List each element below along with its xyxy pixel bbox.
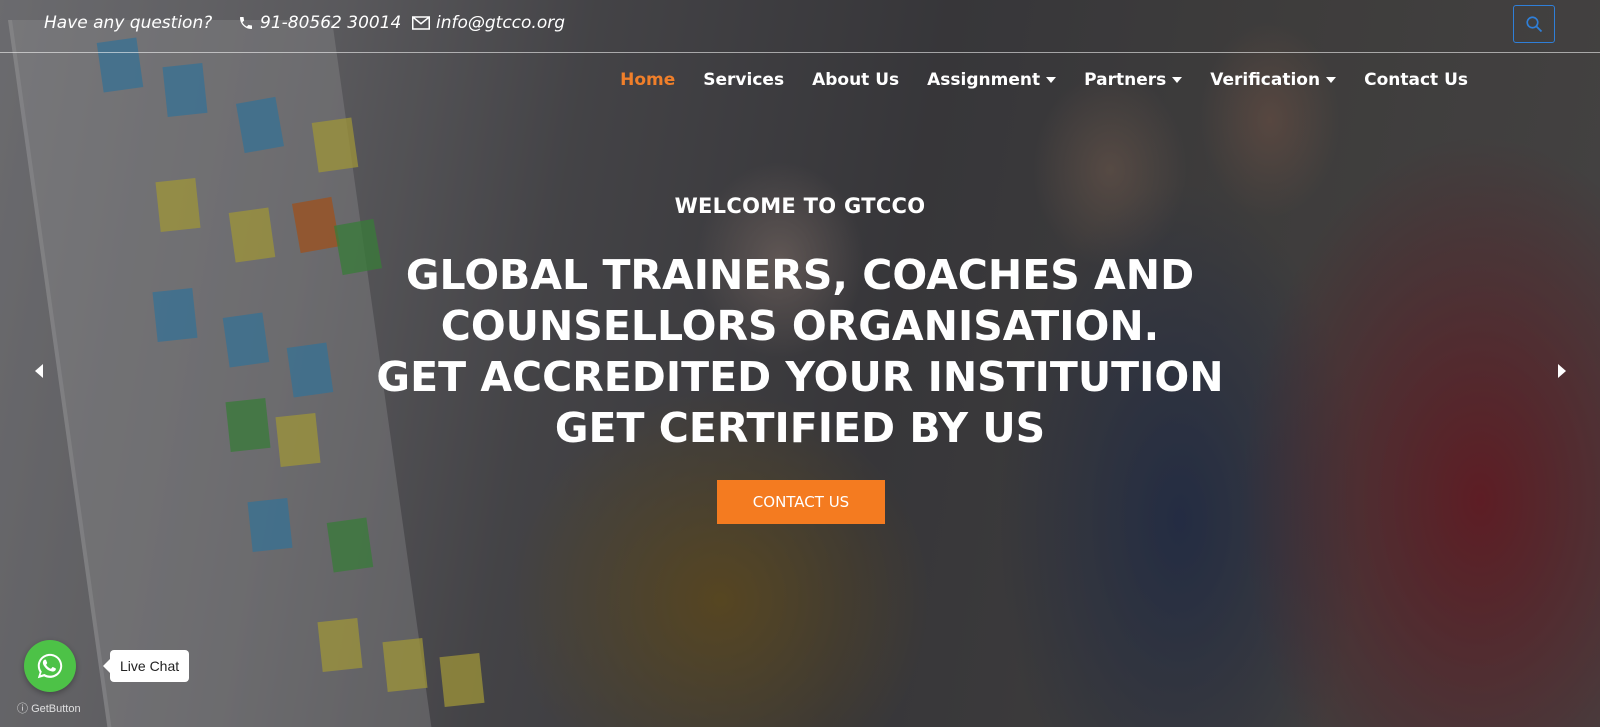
nav-partners-label: Partners	[1084, 70, 1167, 90]
nav-contact-us-label: Contact Us	[1364, 70, 1468, 90]
live-chat-label[interactable]: Live Chat	[102, 650, 190, 682]
nav-partners[interactable]: Partners	[1070, 70, 1196, 90]
caret-down-icon	[1172, 77, 1183, 83]
nav-verification[interactable]: Verification	[1196, 70, 1350, 90]
hero-headline: GLOBAL TRAINERS, COACHES AND COUNSELLORS…	[0, 250, 1600, 454]
getbutton-brand[interactable]: ⓘ GetButton	[17, 700, 81, 716]
nav-home[interactable]: Home	[606, 70, 689, 90]
nav-services-label: Services	[703, 70, 785, 90]
nav-home-label: Home	[620, 70, 676, 90]
search-icon	[1526, 16, 1543, 33]
getbutton-label: GetButton	[31, 703, 81, 715]
phone-number: 91-80562 30014	[260, 13, 402, 33]
welcome-heading: WELCOME TO GTCCO	[674, 194, 926, 218]
caret-down-icon	[1046, 77, 1057, 83]
mail-icon	[412, 16, 430, 30]
email-address: info@gtcco.org	[436, 13, 566, 33]
whatsapp-icon	[37, 653, 63, 679]
headline-line-2: COUNSELLORS ORGANISATION.	[440, 302, 1160, 350]
top-bar: Have any question? 91-80562 30014 info@g…	[0, 0, 1600, 53]
getbutton-logo-icon: ⓘ	[17, 703, 28, 715]
search-button[interactable]	[1513, 5, 1555, 43]
whatsapp-button[interactable]	[24, 640, 76, 692]
nav-verification-label: Verification	[1210, 70, 1321, 90]
nav-about-us[interactable]: About Us	[798, 70, 913, 90]
main-nav: Home Services About Us Assignment Partne…	[606, 70, 1482, 90]
carousel-next-arrow-icon[interactable]	[1558, 364, 1566, 378]
headline-line-3: GET ACCREDITED YOUR INSTITUTION	[376, 353, 1224, 401]
nav-contact-us[interactable]: Contact Us	[1350, 70, 1482, 90]
contact-us-button[interactable]: CONTACT US	[717, 480, 885, 524]
email-link[interactable]: info@gtcco.org	[412, 13, 565, 33]
nav-assignment[interactable]: Assignment	[913, 70, 1070, 90]
question-text: Have any question?	[44, 13, 213, 33]
nav-about-us-label: About Us	[812, 70, 900, 90]
carousel-prev-arrow-icon[interactable]	[35, 364, 43, 378]
caret-down-icon	[1326, 77, 1337, 83]
nav-services[interactable]: Services	[689, 70, 798, 90]
phone-icon	[240, 17, 252, 29]
nav-assignment-label: Assignment	[927, 70, 1041, 90]
phone-link[interactable]: 91-80562 30014	[238, 13, 401, 33]
headline-line-1: GLOBAL TRAINERS, COACHES AND	[405, 251, 1195, 299]
headline-line-4: GET CERTIFIED BY US	[554, 404, 1046, 452]
